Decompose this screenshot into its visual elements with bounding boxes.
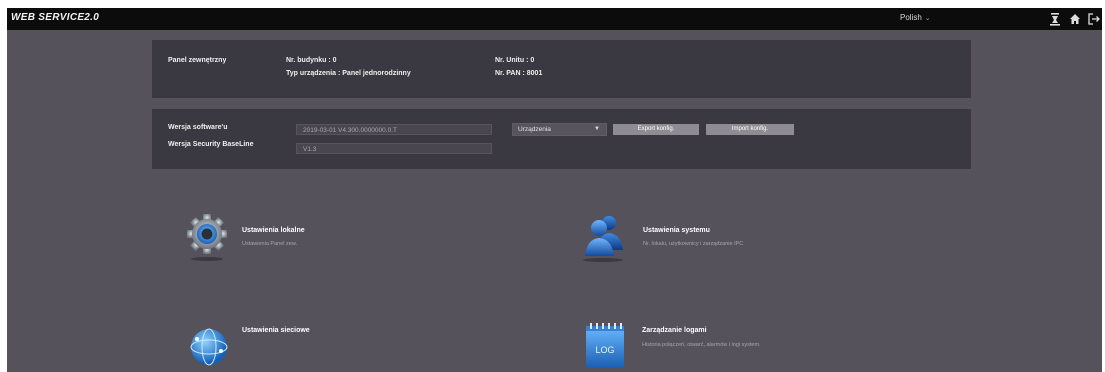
logout-icon[interactable]: [1087, 12, 1101, 26]
baseline-version-label: Wersja Security BaseLine: [168, 141, 254, 148]
software-version-label: Wersja software'u: [168, 124, 228, 131]
baseline-version-field: V1.3: [296, 143, 492, 154]
globe-icon: [188, 321, 232, 372]
gear-icon: [185, 210, 229, 267]
home-icon[interactable]: [1068, 12, 1082, 26]
web-service-app: WEB SERVICE2.0 Polish ⌄ Panel zewnętrzny …: [7, 8, 1102, 372]
unit-number: Nr. Unitu : 0: [495, 57, 535, 64]
import-config-button[interactable]: Import konfig.: [706, 124, 794, 135]
users-icon: [581, 210, 629, 269]
device-info-panel: Panel zewnętrzny Nr. budynku : 0 Typ urz…: [152, 40, 971, 98]
system-settings-title: Ustawienia systemu: [643, 227, 710, 234]
language-label: Polish: [900, 13, 922, 22]
device-label: Panel zewnętrzny: [168, 57, 227, 64]
system-settings-desc: Nr. lokalu, użytkownicy i zarządzanie IP…: [643, 241, 744, 247]
dropdown-arrow-icon: ▼: [594, 126, 600, 132]
pan-number: Nr. PAN : 8001: [495, 70, 543, 77]
log-management-title: Zarządzanie logami: [642, 327, 707, 334]
log-icon-text: LOG: [595, 345, 614, 355]
log-icon: LOG: [582, 321, 628, 372]
software-version-field: 2019-03-01 V4.300.0000000.0.T: [296, 124, 492, 135]
user-tool-icon[interactable]: [1048, 12, 1062, 26]
building-number: Nr. budynku : 0: [286, 57, 337, 64]
local-settings-desc: Ustawienia Panel zew.: [242, 241, 298, 247]
brand-logo: WEB SERVICE2.0: [11, 12, 100, 23]
language-selector[interactable]: Polish ⌄: [900, 13, 931, 22]
chevron-down-icon: ⌄: [924, 15, 931, 22]
network-settings-card[interactable]: Ustawienia sieciowe: [188, 321, 488, 372]
log-management-desc: Historia połączeń, otwarć, alarmów i log…: [642, 342, 761, 348]
log-management-card[interactable]: LOG Zarządzanie logami Historia połączeń…: [582, 321, 912, 372]
local-settings-title: Ustawienia lokalne: [242, 227, 305, 234]
config-type-select[interactable]: Urządzenia ▼: [512, 123, 607, 136]
export-config-button[interactable]: Export konfig.: [613, 124, 699, 135]
config-type-value: Urządzenia: [518, 126, 551, 133]
version-panel: Wersja software'u Wersja Security BaseLi…: [152, 109, 971, 169]
system-settings-card[interactable]: Ustawienia systemu Nr. lokalu, użytkowni…: [581, 210, 911, 270]
top-bar: WEB SERVICE2.0 Polish ⌄: [7, 8, 1102, 30]
network-settings-title: Ustawienia sieciowe: [242, 327, 310, 334]
local-settings-card[interactable]: Ustawienia lokalne Ustawienia Panel zew.: [185, 210, 485, 270]
device-type: Typ urządzenia : Panel jednorodzinny: [286, 70, 411, 77]
